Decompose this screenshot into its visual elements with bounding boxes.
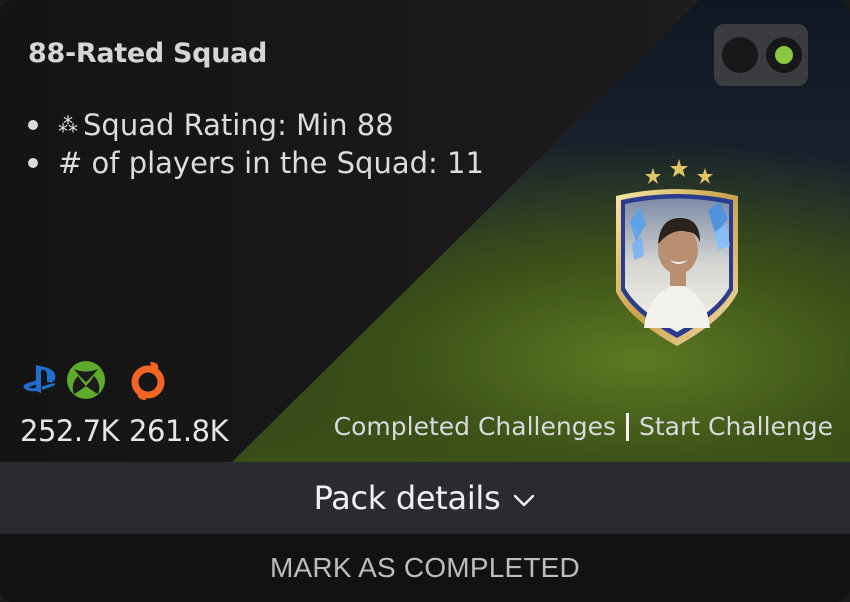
start-challenge-link[interactable]: Start Challenge	[639, 412, 833, 441]
price-console: 252.7K	[20, 414, 120, 448]
challenge-card: 88-Rated Squad ⁂ Squad Rating: Min 88 # …	[0, 0, 850, 602]
player-card-icon[interactable]	[604, 152, 750, 352]
playstation-icon	[20, 360, 64, 400]
pack-details-button[interactable]: Pack details	[0, 462, 850, 534]
toggle-on-dot	[766, 37, 802, 73]
requirements-list: ⁂ Squad Rating: Min 88 # of players in t…	[28, 106, 484, 182]
toggle-off-dot	[722, 37, 758, 73]
requirement-item: # of players in the Squad: 11	[28, 144, 484, 182]
origin-icon	[126, 360, 170, 400]
completed-challenges-link[interactable]: Completed Challenges	[334, 412, 616, 441]
chevron-down-icon	[514, 494, 535, 507]
bullet	[28, 158, 38, 168]
stars-icon: ⁂	[58, 113, 78, 137]
challenge-links: Completed Challenges Start Challenge	[334, 412, 833, 441]
challenge-title: 88-Rated Squad	[28, 38, 268, 69]
requirement-text: # of players in the Squad: 11	[58, 146, 484, 180]
pack-details-label: Pack details	[313, 479, 501, 517]
price-pc: 261.8K	[129, 414, 229, 448]
mark-as-completed-label: MARK AS COMPLETED	[270, 552, 580, 583]
xbox-icon	[64, 360, 108, 400]
bullet	[28, 120, 38, 130]
completed-toggle[interactable]	[714, 24, 808, 86]
link-separator	[625, 412, 629, 441]
toggle-indicator	[775, 46, 793, 64]
platform-icons	[20, 360, 170, 400]
requirement-item: ⁂ Squad Rating: Min 88	[28, 106, 484, 144]
requirement-text: Squad Rating: Min 88	[83, 108, 394, 142]
mark-as-completed-button[interactable]: MARK AS COMPLETED	[0, 534, 850, 602]
challenge-hero: 88-Rated Squad ⁂ Squad Rating: Min 88 # …	[0, 0, 850, 462]
prices: 252.7K 261.8K	[20, 414, 238, 448]
